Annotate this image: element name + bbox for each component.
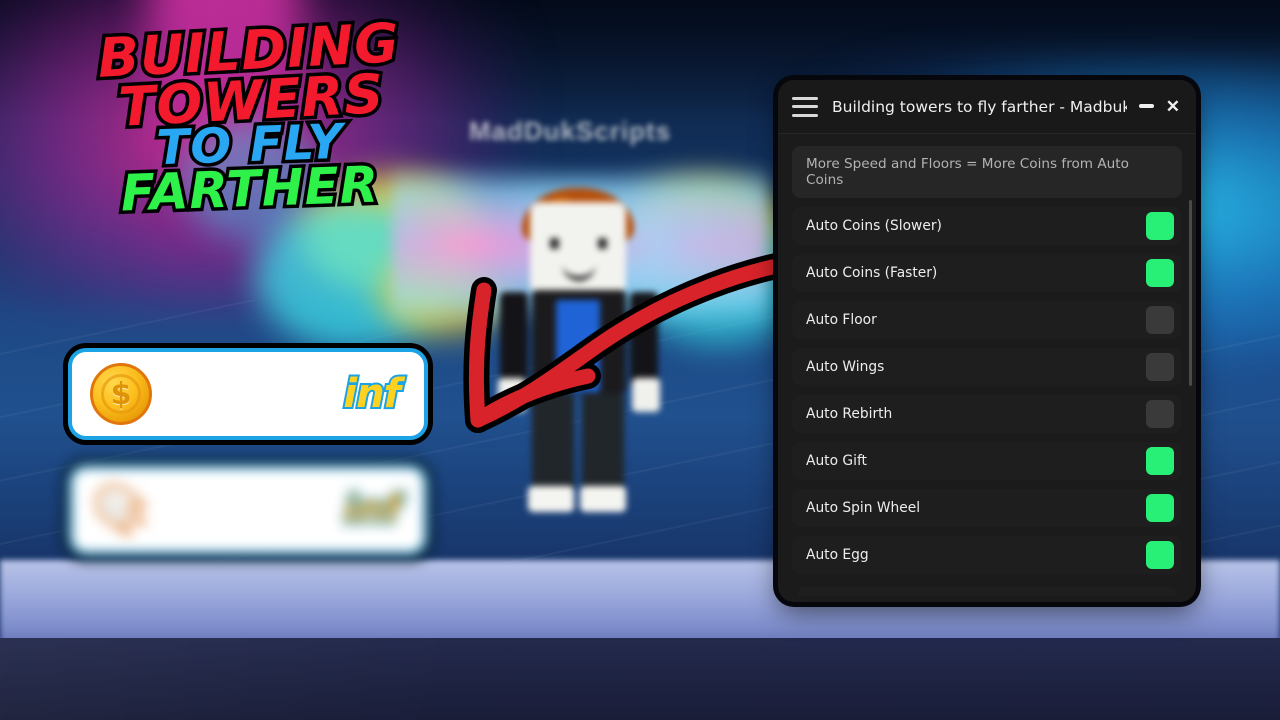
hamburger-bar-2: [792, 105, 818, 108]
panel-body: More Speed and Floors = More Coins from …: [778, 134, 1196, 602]
coins-value: inf: [341, 369, 403, 419]
toggle-label: Auto Gift: [806, 453, 867, 469]
avatar-shirt: [556, 300, 600, 392]
avatar-leg-right: [582, 394, 624, 500]
script-panel: Building towers to fly farther - Madbuk …: [778, 80, 1196, 602]
toggle-switch[interactable]: [1146, 541, 1174, 569]
toggle-switch[interactable]: [1146, 400, 1174, 428]
minimize-icon[interactable]: [1138, 104, 1154, 108]
toggle-switch[interactable]: [1146, 353, 1174, 381]
hamburger-icon[interactable]: [792, 96, 818, 117]
screenshot-root: MadDukScripts BUILDING TOWERS TO FLY FAR…: [0, 0, 1280, 720]
toggle-label: Auto Rebirth: [806, 406, 893, 422]
toggle-switch[interactable]: [1146, 494, 1174, 522]
wing-icon-art: [92, 481, 150, 539]
toggle-label: Auto Coins (Faster): [806, 265, 938, 281]
avatar-shoe-right: [580, 486, 626, 512]
toggle-switch[interactable]: [1146, 447, 1174, 475]
avatar-leg-left: [532, 394, 574, 500]
toggle-row-auto-coins-faster[interactable]: Auto Coins (Faster): [792, 254, 1182, 292]
toggle-row-auto-spin-wheel[interactable]: Auto Spin Wheel: [792, 489, 1182, 527]
avatar-shoe-left: [528, 486, 574, 512]
coin-icon: $: [88, 361, 154, 427]
coin-symbol: $: [100, 373, 142, 415]
panel-scrollbar[interactable]: [1189, 200, 1192, 386]
player-avatar: [392, 150, 768, 520]
panel-title: Building towers to fly farther - Madbuk …: [832, 97, 1127, 116]
toggle-row-auto-wings[interactable]: Auto Wings: [792, 348, 1182, 386]
wing-icon: [88, 477, 154, 543]
toggle-row-auto-egg[interactable]: Auto Egg: [792, 536, 1182, 574]
panel-titlebar: Building towers to fly farther - Madbuk …: [778, 80, 1196, 134]
close-icon[interactable]: ✕: [1166, 98, 1180, 115]
toggle-label: Auto Wings: [806, 359, 885, 375]
toggle-switch[interactable]: [1146, 212, 1174, 240]
avatar-eye-right: [598, 238, 607, 249]
toggle-switch[interactable]: [1146, 306, 1174, 334]
avatar-arm-right: [630, 292, 658, 388]
toggle-label: Auto Floor: [806, 312, 877, 328]
toggle-row-auto-coins-slower[interactable]: Auto Coins (Slower): [792, 207, 1182, 245]
avatar-hand-right: [632, 378, 660, 412]
clipped-next-row: [798, 587, 1176, 596]
avatar-hand-left: [498, 378, 526, 412]
toggle-label: Auto Egg: [806, 547, 869, 563]
toggle-row-auto-gift[interactable]: Auto Gift: [792, 442, 1182, 480]
coins-stat-card: $ inf: [68, 348, 428, 440]
avatar-arm-left: [500, 292, 528, 388]
info-banner: More Speed and Floors = More Coins from …: [792, 146, 1182, 198]
coin-outer-ring: $: [90, 363, 152, 425]
watermark-text: MadDukScripts: [468, 116, 672, 146]
toggle-label: Auto Coins (Slower): [806, 218, 942, 234]
toggle-switch[interactable]: [1146, 259, 1174, 287]
hamburger-bar-3: [792, 113, 818, 117]
floor-dark-band: [0, 638, 1280, 720]
hamburger-bar-1: [792, 96, 818, 100]
wings-stat-card: inf: [68, 464, 428, 556]
wings-value: inf: [341, 485, 403, 535]
toggle-label: Auto Spin Wheel: [806, 500, 921, 516]
toggle-row-auto-rebirth[interactable]: Auto Rebirth: [792, 395, 1182, 433]
avatar-eye-left: [550, 238, 559, 249]
toggle-row-auto-floor[interactable]: Auto Floor: [792, 301, 1182, 339]
